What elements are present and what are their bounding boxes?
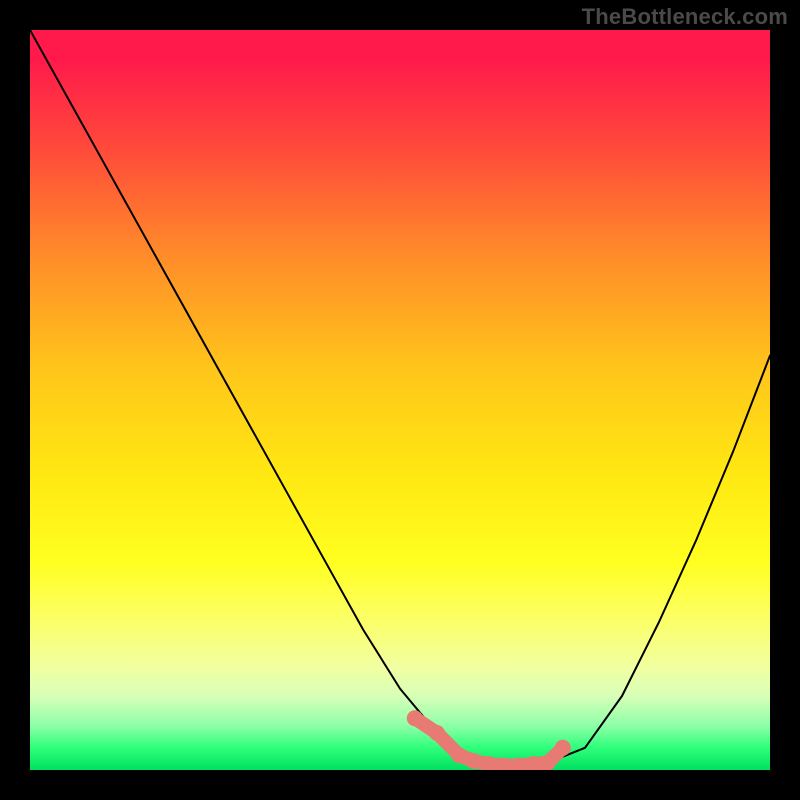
optimal-range-highlight	[30, 30, 770, 770]
plot-area	[30, 30, 770, 770]
chart-container: TheBottleneck.com	[0, 0, 800, 800]
watermark-text: TheBottleneck.com	[582, 4, 788, 30]
bottleneck-curve	[30, 30, 770, 770]
